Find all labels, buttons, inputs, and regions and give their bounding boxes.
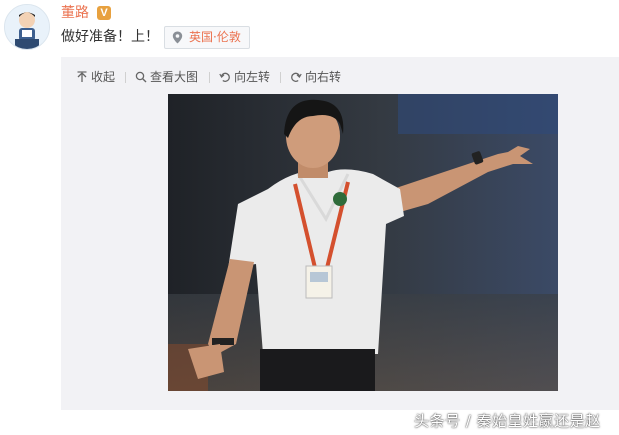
toolbar-divider xyxy=(280,72,281,83)
magnifier-icon xyxy=(135,71,147,83)
collapse-button[interactable]: 收起 xyxy=(76,67,115,87)
toolbar-divider xyxy=(125,72,126,83)
rotate-right-button[interactable]: 向右转 xyxy=(290,67,341,87)
collapse-label: 收起 xyxy=(91,70,116,84)
rotate-left-icon xyxy=(219,72,230,82)
rotate-right-label: 向右转 xyxy=(305,70,342,84)
view-large-button[interactable]: 查看大图 xyxy=(135,67,198,87)
rotate-left-button[interactable]: 向左转 xyxy=(219,67,270,87)
post-photo[interactable] xyxy=(168,94,558,391)
image-toolbar: 收起 查看大图 向左转 向右转 xyxy=(61,67,619,87)
media-panel: 收起 查看大图 向左转 向右转 xyxy=(61,57,619,410)
toolbar-divider xyxy=(209,72,210,83)
rotate-right-icon xyxy=(291,72,302,82)
coach-pointing-photo xyxy=(168,94,558,391)
username-link[interactable]: 董路 xyxy=(61,4,89,22)
verified-badge-icon: V xyxy=(97,6,111,20)
rotate-left-label: 向左转 xyxy=(234,70,271,84)
location-pin-icon xyxy=(172,31,183,44)
location-tag[interactable]: 英国·伦敦 xyxy=(164,26,250,49)
arrow-up-icon xyxy=(77,71,87,82)
post-text: 做好准备！上！ xyxy=(61,29,159,45)
avatar[interactable] xyxy=(4,4,50,50)
avatar-image xyxy=(5,5,49,49)
location-label: 英国·伦敦 xyxy=(189,30,241,44)
view-large-label: 查看大图 xyxy=(150,70,199,84)
watermark: 头条号 / 秦始皇姓嬴还是赵 xyxy=(414,412,601,430)
